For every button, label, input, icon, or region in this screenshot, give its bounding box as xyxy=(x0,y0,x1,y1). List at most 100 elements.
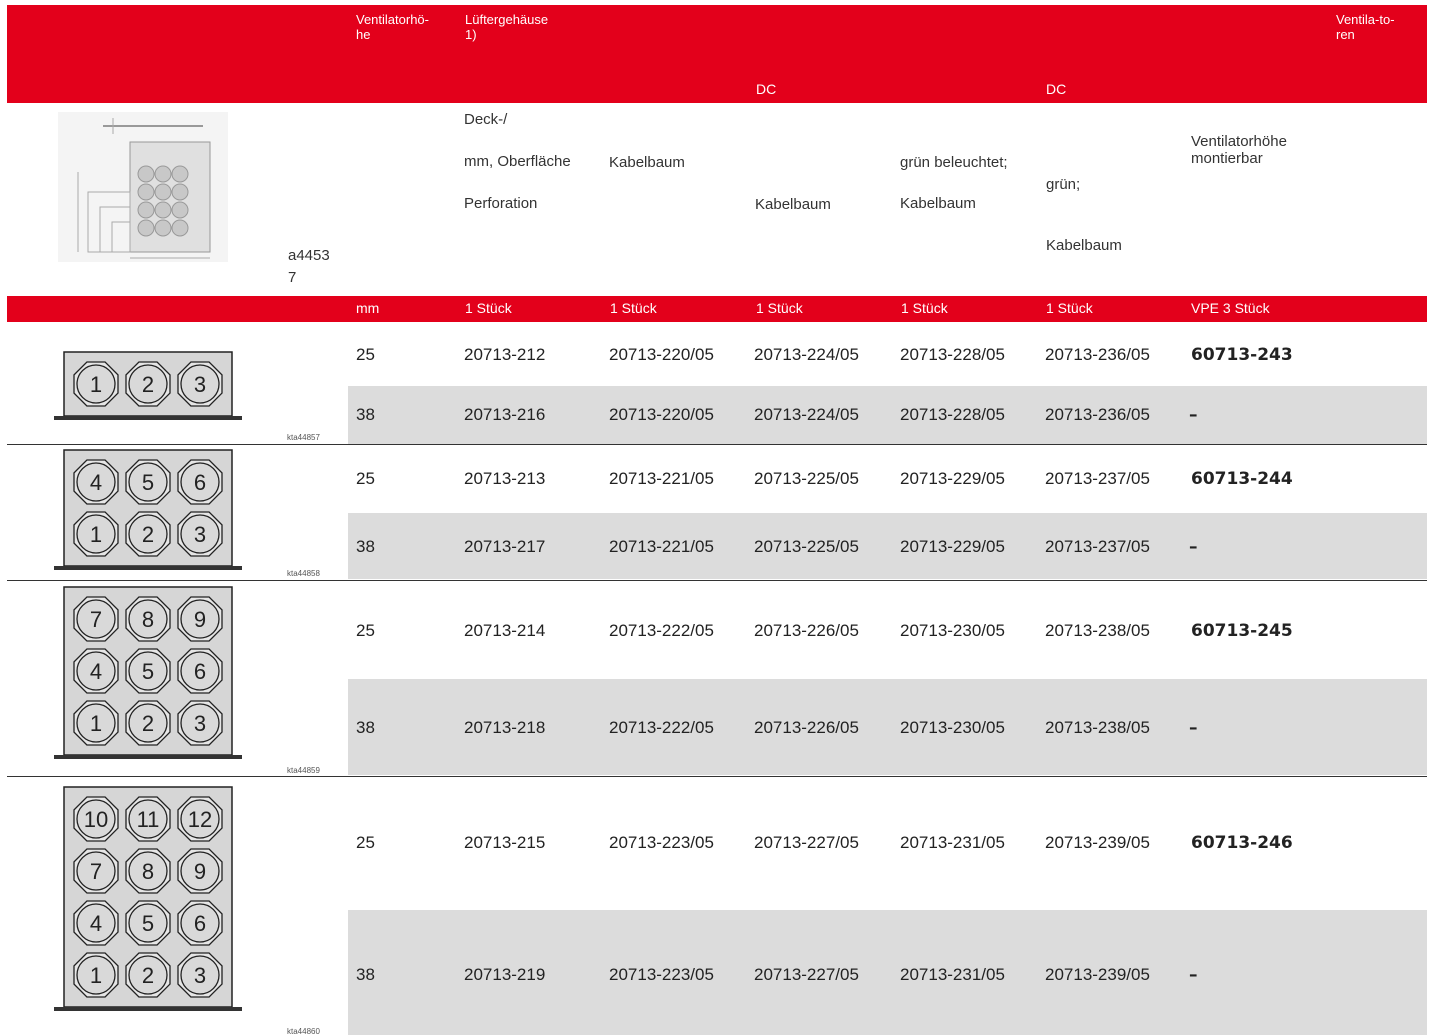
fan-number: 9 xyxy=(194,859,206,884)
cell-height: 38 xyxy=(356,537,375,556)
fan-number: 2 xyxy=(142,963,154,988)
cell-harness-3: 20713-231/05 xyxy=(900,833,1005,852)
fan-number: 1 xyxy=(90,522,102,547)
cell-harness-4: 20713-236/05 xyxy=(1045,345,1150,364)
fans-description: Ventilatorhöhe montierbar xyxy=(1191,133,1287,167)
cell-harness-2: 20713-226/05 xyxy=(754,621,859,640)
cell-fans: 60713-243 xyxy=(1191,345,1293,365)
harness-description-1: Kabelbaum xyxy=(609,154,685,171)
harness-description-4: grün; Kabelbaum xyxy=(1046,176,1122,254)
cell-harness-2: 20713-226/05 xyxy=(754,718,859,737)
cell-harness-2: 20713-224/05 xyxy=(754,405,859,424)
cell-harness-4: 20713-237/05 xyxy=(1045,469,1150,488)
fan-number: 3 xyxy=(194,522,206,547)
cell-harness-4: 20713-237/05 xyxy=(1045,537,1150,556)
unit-fans: VPE 3 Stück xyxy=(1191,300,1270,316)
cell-harness-3: 20713-228/05 xyxy=(900,405,1005,424)
harness-desc-line: Kabelbaum xyxy=(1046,237,1122,254)
cell-fans: 60713-246 xyxy=(1191,833,1293,853)
fan-number: 9 xyxy=(194,607,206,632)
fan-number: 1 xyxy=(90,711,102,736)
fan-number: 6 xyxy=(194,659,206,684)
unit-housing: 1 Stück xyxy=(465,300,512,316)
cell-harness-1: 20713-223/05 xyxy=(609,833,714,852)
fan-number: 1 xyxy=(90,963,102,988)
cell-housing: 20713-214 xyxy=(464,621,546,640)
fan-number: 2 xyxy=(142,372,154,397)
cell-fans: – xyxy=(1189,965,1198,985)
fan-number: 4 xyxy=(90,911,102,936)
header-housing: Lüftergehäuse 1) xyxy=(465,12,549,42)
header-fans: Ventila-to-ren xyxy=(1336,12,1395,42)
housing-desc-line: Perforation xyxy=(464,195,538,212)
cell-harness-1: 20713-220/05 xyxy=(609,405,714,424)
header-ventilator-height: Ventilatorhö-he xyxy=(356,12,429,42)
cell-housing: 20713-216 xyxy=(464,405,546,424)
housing-desc-line: mm, Oberfläche xyxy=(464,153,571,170)
cell-housing: 20713-213 xyxy=(464,469,546,488)
cell-harness-1: 20713-221/05 xyxy=(609,537,714,556)
fan-number: 7 xyxy=(90,607,102,632)
housing-base xyxy=(54,1007,242,1011)
cell-height: 38 xyxy=(356,718,375,737)
fan-number: 2 xyxy=(142,522,154,547)
harness-description-3: grün beleuchtet; Kabelbaum xyxy=(900,154,1008,212)
harness-desc-line: Kabelbaum xyxy=(900,195,976,212)
cell-harness-3: 20713-229/05 xyxy=(900,537,1005,556)
fans-desc-line: montierbar xyxy=(1191,150,1263,167)
fan-number: 8 xyxy=(142,607,154,632)
fan-number: 3 xyxy=(194,963,206,988)
cell-harness-4: 20713-236/05 xyxy=(1045,405,1150,424)
cell-harness-3: 20713-230/05 xyxy=(900,621,1005,640)
cell-housing: 20713-215 xyxy=(464,833,546,852)
harness-desc-line: grün beleuchtet; xyxy=(900,154,1008,171)
fan-number: 5 xyxy=(142,659,154,684)
housing-base xyxy=(54,755,242,759)
housing-desc-line: Deck-/ xyxy=(464,111,508,128)
cell-harness-2: 20713-227/05 xyxy=(754,965,859,984)
cell-harness-1: 20713-222/05 xyxy=(609,718,714,737)
fans-desc-line: Ventilatorhöhe xyxy=(1191,133,1287,150)
fan-number: 6 xyxy=(194,911,206,936)
cell-harness-3: 20713-230/05 xyxy=(900,718,1005,737)
fan-number: 5 xyxy=(142,470,154,495)
cell-harness-1: 20713-223/05 xyxy=(609,965,714,984)
fan-number: 2 xyxy=(142,711,154,736)
cell-height: 25 xyxy=(356,621,375,640)
cell-fans: 60713-244 xyxy=(1191,469,1293,489)
fan-number: 6 xyxy=(194,470,206,495)
unit-harness-4: 1 Stück xyxy=(1046,300,1093,316)
fan-number: 4 xyxy=(90,470,102,495)
harness-description-2: Kabelbaum xyxy=(755,196,831,213)
fan-number: 12 xyxy=(188,807,212,832)
fan-number: 3 xyxy=(194,372,206,397)
cell-harness-4: 20713-239/05 xyxy=(1045,833,1150,852)
cell-harness-4: 20713-238/05 xyxy=(1045,621,1150,640)
cell-fans: – xyxy=(1189,537,1198,557)
cell-harness-3: 20713-229/05 xyxy=(900,469,1005,488)
cell-harness-2: 20713-224/05 xyxy=(754,345,859,364)
cell-harness-4: 20713-238/05 xyxy=(1045,718,1150,737)
housing-description: Deck-/ mm, Oberfläche Perforation xyxy=(464,112,571,212)
fan-number: 5 xyxy=(142,911,154,936)
cell-housing: 20713-218 xyxy=(464,718,546,737)
cell-harness-4: 20713-239/05 xyxy=(1045,965,1150,984)
fan-number: 3 xyxy=(194,711,206,736)
housing-base xyxy=(54,566,242,570)
cell-height: 38 xyxy=(356,405,375,424)
unit-height: mm xyxy=(356,300,380,316)
cell-housing: 20713-217 xyxy=(464,537,546,556)
fan-number: 11 xyxy=(137,807,160,832)
cell-height: 25 xyxy=(356,833,375,852)
header-dc-1: DC xyxy=(756,81,777,97)
cell-harness-1: 20713-221/05 xyxy=(609,469,714,488)
cell-height: 25 xyxy=(356,469,375,488)
fan-number: 7 xyxy=(90,859,102,884)
fan-number: 4 xyxy=(90,659,102,684)
housing-base xyxy=(54,416,242,420)
cell-height: 25 xyxy=(356,345,375,364)
housing-illustrations: 1 2 34 5 61 2 37 8 94 5 61 2 310 11 127 8 94 5 61 2 3 xyxy=(54,351,242,1011)
fan-number: 1 xyxy=(90,372,102,397)
cell-harness-2: 20713-227/05 xyxy=(754,833,859,852)
header-dc-2: DC xyxy=(1046,81,1067,97)
